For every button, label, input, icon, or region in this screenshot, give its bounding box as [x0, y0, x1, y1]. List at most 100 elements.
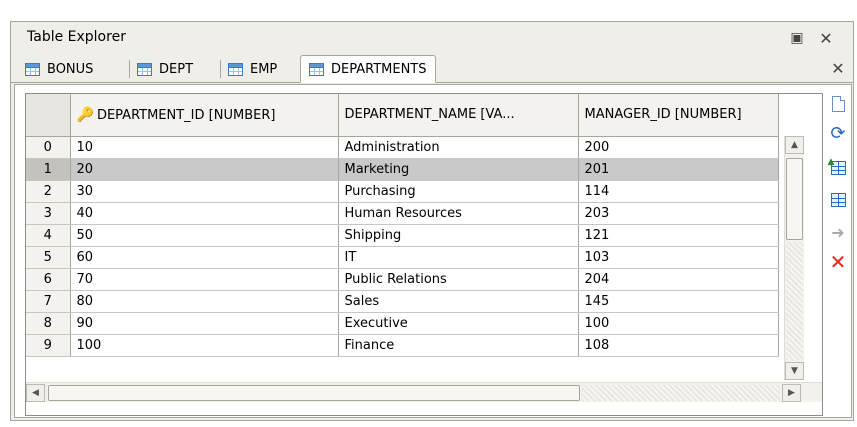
close-window-button[interactable]: ✕	[816, 28, 836, 48]
cell-manager-id[interactable]: 114	[578, 180, 779, 203]
cell-department-name[interactable]: Finance	[338, 334, 579, 357]
table-row[interactable]: 6 70 Public Relations 204	[26, 268, 779, 291]
delete-icon: ✕	[829, 250, 847, 274]
scroll-right-button[interactable]: ▶	[782, 384, 801, 402]
row-number[interactable]: 8	[26, 312, 71, 335]
table-row[interactable]: 8 90 Executive 100	[26, 312, 779, 335]
column-header-label: MANAGER_ID [NUMBER]	[584, 107, 742, 123]
refresh-button[interactable]: ⟳	[827, 123, 849, 145]
window-title: Table Explorer	[27, 29, 126, 45]
table-row[interactable]: 0 10 Administration 200	[26, 136, 779, 159]
table-content: 🔑 DEPARTMENT_ID [NUMBER] DEPARTMENT_NAME …	[14, 84, 852, 418]
triangle-down-icon: ▼	[791, 366, 798, 376]
row-number[interactable]: 2	[26, 180, 71, 203]
tab-divider	[220, 60, 221, 78]
cell-manager-id[interactable]: 100	[578, 312, 779, 335]
cell-manager-id[interactable]: 203	[578, 202, 779, 225]
row-number[interactable]: 6	[26, 268, 71, 291]
table-row[interactable]: 2 30 Purchasing 114	[26, 180, 779, 203]
move-down-icon	[830, 193, 846, 207]
cell-department-name[interactable]: Public Relations	[338, 268, 579, 291]
delete-row-button[interactable]: ✕	[827, 251, 849, 273]
cell-department-id[interactable]: 40	[70, 202, 339, 225]
restore-icon: ▣	[790, 30, 804, 46]
table-icon	[25, 63, 40, 76]
cell-department-name[interactable]: IT	[338, 246, 579, 269]
cell-manager-id[interactable]: 200	[578, 136, 779, 159]
cell-department-name[interactable]: Purchasing	[338, 180, 579, 203]
tab-emp[interactable]: EMP	[228, 56, 277, 83]
column-header-department-id[interactable]: 🔑 DEPARTMENT_ID [NUMBER]	[70, 94, 339, 137]
cell-department-id[interactable]: 30	[70, 180, 339, 203]
row-toolbar: ⟳ ▲ ➜ ✕	[827, 89, 851, 349]
column-header-manager-id[interactable]: MANAGER_ID [NUMBER]	[578, 94, 779, 137]
table-row[interactable]: 5 60 IT 103	[26, 246, 779, 269]
restore-button[interactable]: ▣	[787, 28, 807, 48]
cell-department-id[interactable]: 70	[70, 268, 339, 291]
row-number[interactable]: 0	[26, 136, 71, 159]
vertical-scroll-thumb[interactable]	[786, 158, 803, 240]
cell-department-name[interactable]: Shipping	[338, 224, 579, 247]
cell-department-id[interactable]: 50	[70, 224, 339, 247]
cell-department-id[interactable]: 100	[70, 334, 339, 357]
cell-manager-id[interactable]: 201	[578, 158, 779, 181]
data-grid: 🔑 DEPARTMENT_ID [NUMBER] DEPARTMENT_NAME …	[25, 93, 823, 416]
cell-manager-id[interactable]: 204	[578, 268, 779, 291]
cell-department-name[interactable]: Marketing	[338, 158, 579, 181]
horizontal-scrollbar[interactable]: ◀ ▶	[26, 382, 822, 402]
title-bar: Table Explorer ▣ ✕	[11, 22, 853, 54]
column-header-label: DEPARTMENT_ID [NUMBER]	[96, 107, 276, 123]
column-header-department-name[interactable]: DEPARTMENT_NAME [VA...	[338, 94, 579, 137]
row-number[interactable]: 9	[26, 334, 71, 357]
cell-department-name[interactable]: Sales	[338, 290, 579, 313]
cell-manager-id[interactable]: 145	[578, 290, 779, 313]
table-icon	[228, 63, 243, 76]
vertical-scroll-track[interactable]	[786, 242, 803, 360]
horizontal-scroll-track[interactable]	[582, 385, 780, 401]
corner-header[interactable]	[26, 94, 71, 137]
move-up-button[interactable]: ▲	[827, 157, 849, 179]
scroll-left-button[interactable]: ◀	[26, 384, 45, 402]
tab-departments[interactable]: DEPARTMENTS	[300, 55, 436, 83]
row-number[interactable]: 7	[26, 290, 71, 313]
row-number[interactable]: 1	[26, 158, 71, 181]
table-explorer-window: Table Explorer ▣ ✕ BONUS DEPT EMP DEPART…	[10, 21, 854, 421]
cell-department-id[interactable]: 20	[70, 158, 339, 181]
table-row[interactable]: 3 40 Human Resources 203	[26, 202, 779, 225]
vertical-scrollbar[interactable]: ▲ ▼	[784, 136, 804, 380]
cell-manager-id[interactable]: 103	[578, 246, 779, 269]
horizontal-scroll-thumb[interactable]	[48, 385, 580, 401]
table-row[interactable]: 9 100 Finance 108	[26, 334, 779, 357]
table-icon	[137, 63, 152, 76]
table-icon	[309, 62, 324, 76]
tab-dept[interactable]: DEPT	[137, 56, 193, 83]
cell-department-name[interactable]: Executive	[338, 312, 579, 335]
primary-key-icon: 🔑	[76, 106, 94, 123]
cell-manager-id[interactable]: 108	[578, 334, 779, 357]
cell-manager-id[interactable]: 121	[578, 224, 779, 247]
cell-department-id[interactable]: 10	[70, 136, 339, 159]
move-down-button[interactable]	[827, 189, 849, 211]
cell-department-id[interactable]: 80	[70, 290, 339, 313]
cell-department-id[interactable]: 60	[70, 246, 339, 269]
column-header-label: DEPARTMENT_NAME [VA...	[344, 107, 515, 123]
new-row-button[interactable]	[827, 93, 849, 115]
scroll-up-button[interactable]: ▲	[785, 136, 804, 154]
row-number[interactable]: 3	[26, 202, 71, 225]
table-row[interactable]: 4 50 Shipping 121	[26, 224, 779, 247]
triangle-left-icon: ◀	[32, 388, 39, 398]
cell-department-id[interactable]: 90	[70, 312, 339, 335]
cell-department-name[interactable]: Human Resources	[338, 202, 579, 225]
cell-department-name[interactable]: Administration	[338, 136, 579, 159]
refresh-icon: ⟳	[830, 123, 846, 144]
scroll-down-button[interactable]: ▼	[785, 362, 804, 380]
row-number[interactable]: 5	[26, 246, 71, 269]
row-number[interactable]: 4	[26, 224, 71, 247]
commit-arrow-icon: ➜	[831, 222, 845, 242]
close-tab-button[interactable]: ✕	[828, 58, 848, 78]
tab-label: DEPARTMENTS	[331, 61, 427, 77]
tab-bonus[interactable]: BONUS	[25, 56, 93, 83]
table-row[interactable]: 7 80 Sales 145	[26, 290, 779, 313]
table-row-selected[interactable]: 1 20 Marketing 201	[26, 158, 779, 181]
commit-button[interactable]: ➜	[827, 221, 849, 243]
